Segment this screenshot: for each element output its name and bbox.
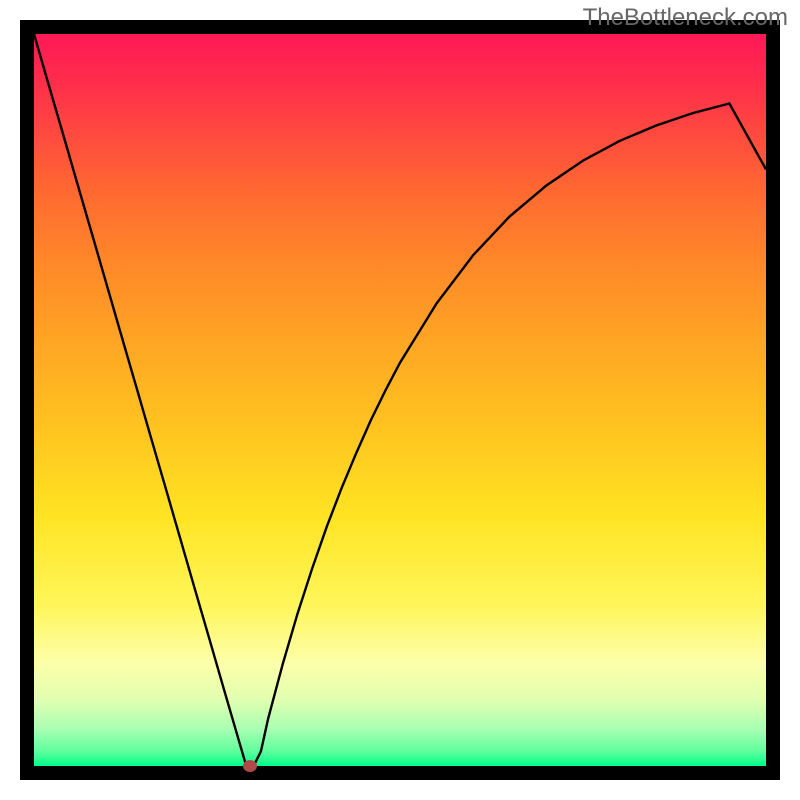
chart-plot-area <box>34 34 766 766</box>
curve-layer <box>34 34 766 766</box>
optimal-point-marker <box>243 760 257 772</box>
chart-outer-frame <box>20 20 780 780</box>
chart-root: TheBottleneck.com <box>0 0 800 800</box>
watermark-text: TheBottleneck.com <box>583 4 788 32</box>
bottleneck-curve <box>34 34 766 766</box>
